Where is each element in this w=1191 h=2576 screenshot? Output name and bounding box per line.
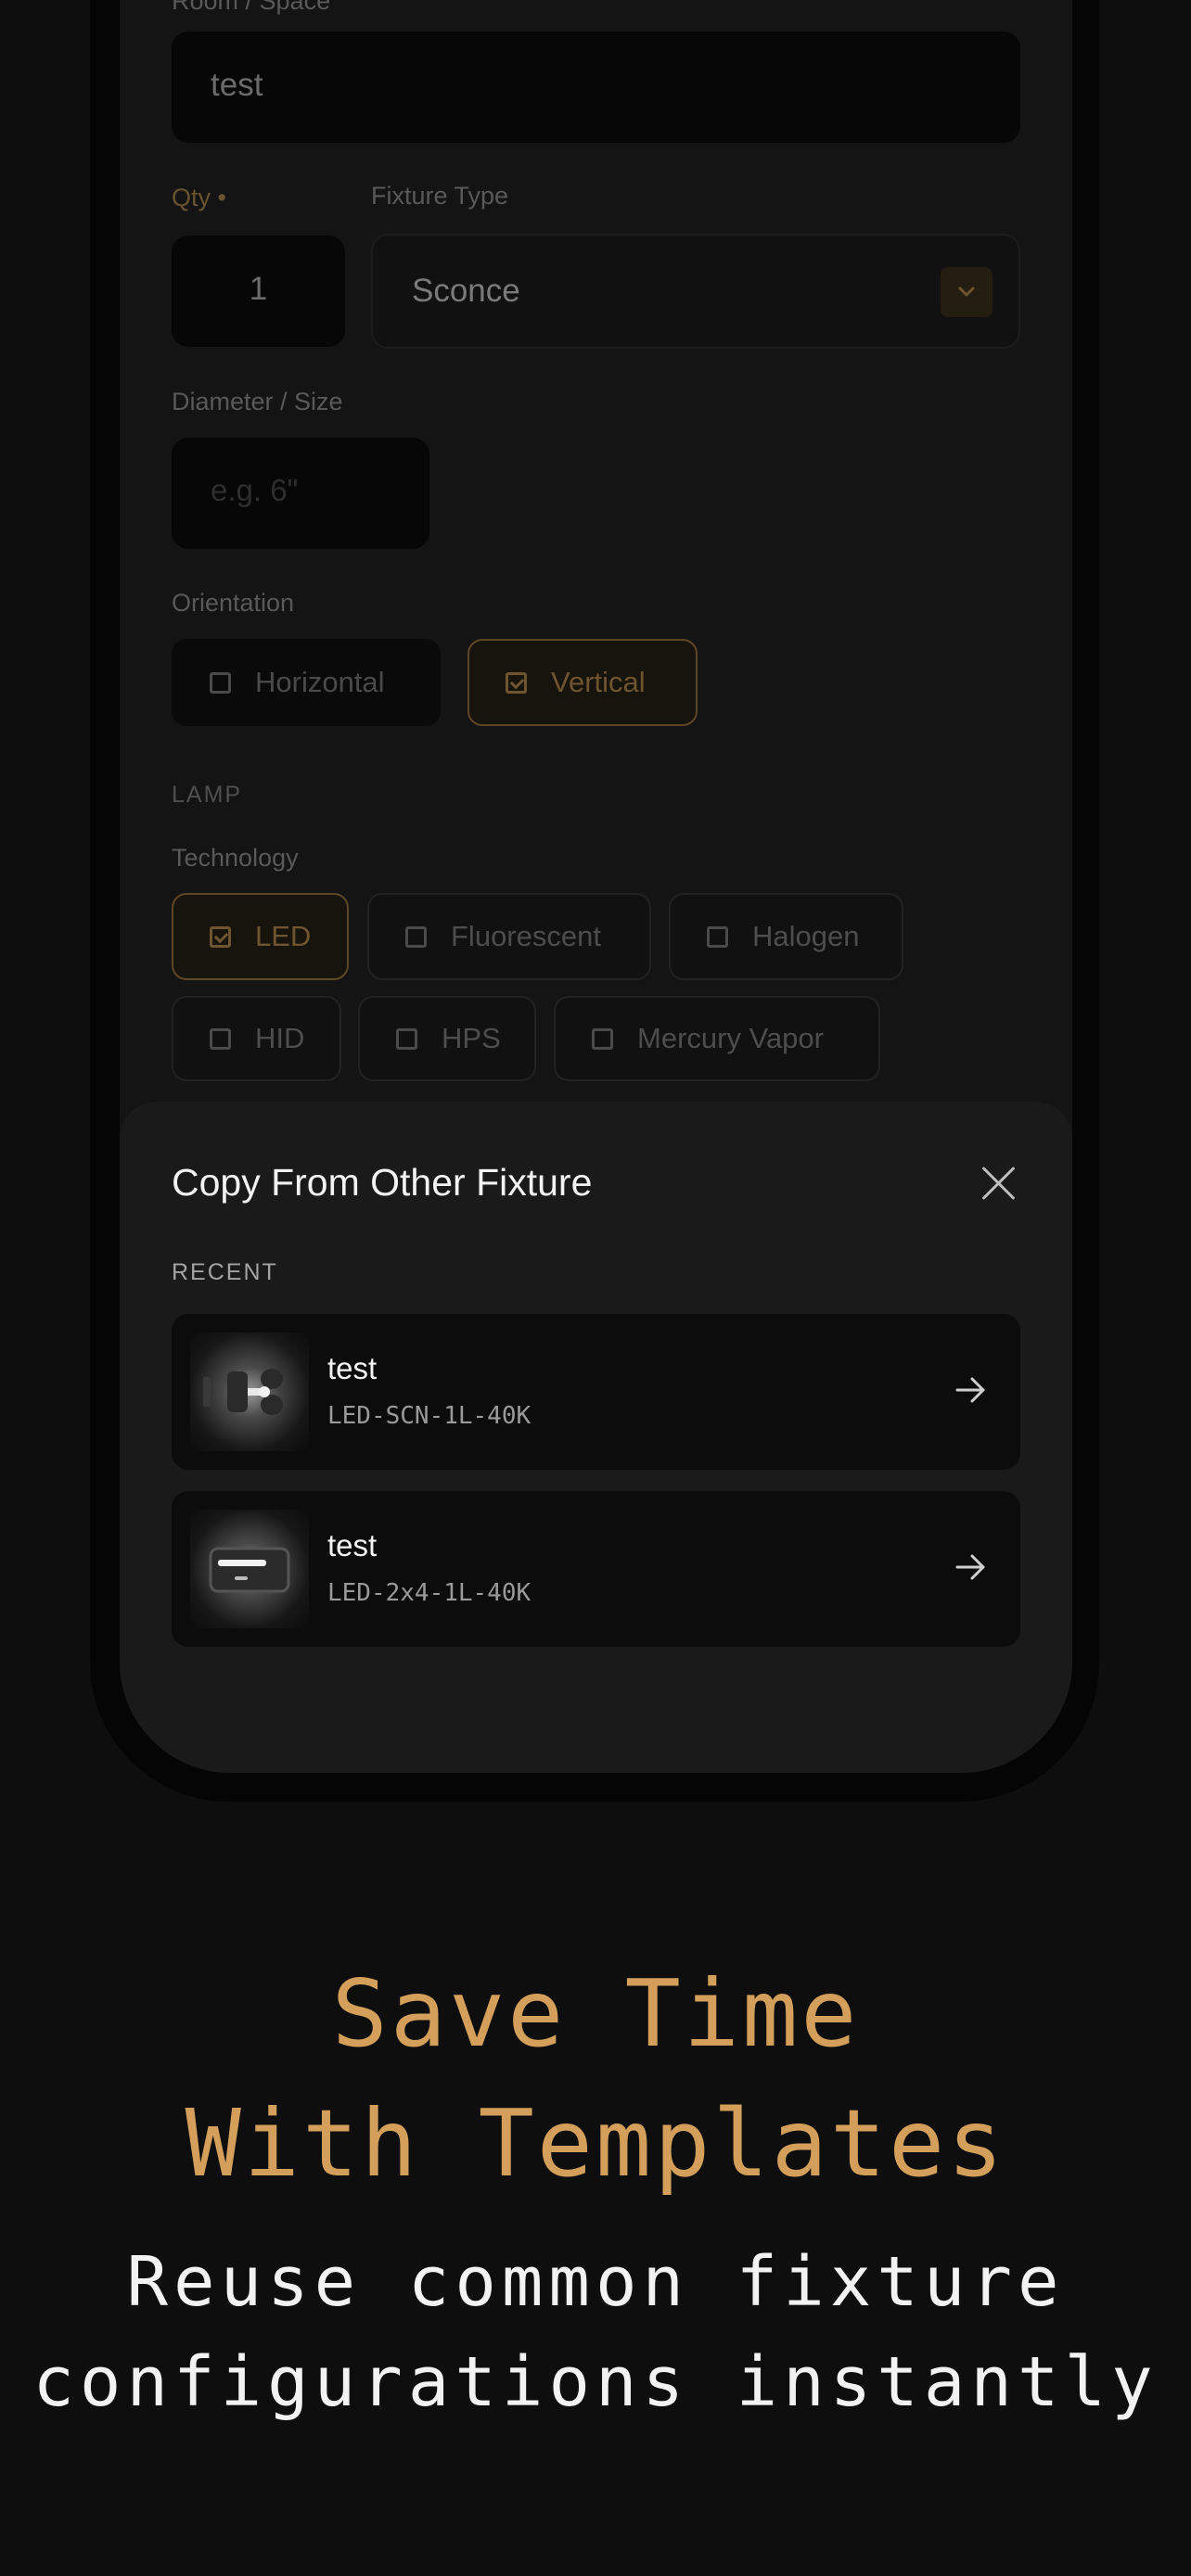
fixture-type-select[interactable]: Sconce	[371, 234, 1020, 349]
arrow-right-icon	[955, 1554, 985, 1580]
diameter-label: Diameter / Size	[172, 388, 343, 415]
headline-line-2: With Templates	[185, 2089, 1006, 2198]
qty-value: 1	[249, 271, 268, 307]
chip-label: Horizontal	[255, 666, 385, 698]
checkbox-checked-icon	[506, 671, 527, 694]
chip-label: Mercury Vapor	[637, 1022, 824, 1054]
diameter-placeholder: e.g. 6"	[211, 473, 299, 507]
chip-label: Fluorescent	[451, 920, 601, 952]
chevron-down-icon	[941, 267, 992, 317]
fixture-template-item[interactable]: test LED-2x4-1L-40K	[172, 1491, 1020, 1647]
recent-section-heading: RECENT	[172, 1259, 278, 1285]
fixture-code: LED-2x4-1L-40K	[327, 1579, 531, 1607]
checkbox-checked-icon	[210, 925, 231, 948]
fixture-code: LED-SCN-1L-40K	[327, 1402, 531, 1430]
room-label: Room / Space	[172, 0, 331, 15]
qty-label: Qty •	[172, 184, 226, 211]
checkbox-icon	[396, 1027, 417, 1050]
technology-led-chip[interactable]: LED	[172, 893, 349, 980]
troffer-icon	[190, 1510, 309, 1628]
checkbox-icon	[210, 671, 231, 694]
checkbox-icon	[210, 1027, 231, 1050]
fixture-name: test	[327, 1528, 378, 1562]
technology-hid-chip[interactable]: HID	[172, 996, 341, 1081]
technology-halogen-chip[interactable]: Halogen	[669, 893, 903, 980]
orientation-horizontal-chip[interactable]: Horizontal	[172, 639, 441, 726]
fixture-name: test	[327, 1351, 378, 1385]
chip-label: Vertical	[551, 666, 646, 698]
subline-line-2: configurations instantly	[32, 2342, 1159, 2422]
chip-label: HPS	[442, 1022, 501, 1054]
checkbox-icon	[707, 925, 728, 948]
fixture-template-item[interactable]: test LED-SCN-1L-40K	[172, 1314, 1020, 1470]
checkbox-icon	[592, 1027, 613, 1050]
fixture-type-label: Fixture Type	[371, 182, 509, 210]
close-icon[interactable]	[980, 1165, 1017, 1202]
arrow-right-icon	[955, 1377, 985, 1403]
chip-label: HID	[255, 1022, 305, 1054]
sconce-icon	[190, 1333, 309, 1451]
checkbox-icon	[405, 925, 427, 948]
orientation-label: Orientation	[172, 589, 295, 617]
room-field[interactable]: test	[172, 32, 1020, 143]
room-value: test	[211, 67, 263, 103]
subline-line-1: Reuse common fixture	[126, 2242, 1065, 2322]
chip-label: Halogen	[752, 920, 860, 952]
chip-label: LED	[255, 920, 312, 952]
diameter-field[interactable]: e.g. 6"	[172, 438, 429, 549]
technology-hps-chip[interactable]: HPS	[358, 996, 536, 1081]
headline-line-1: Save Time	[331, 1959, 860, 2068]
technology-fluorescent-chip[interactable]: Fluorescent	[367, 893, 651, 980]
orientation-vertical-chip[interactable]: Vertical	[467, 639, 698, 726]
sheet-title: Copy From Other Fixture	[172, 1161, 593, 1204]
technology-mercury-vapor-chip[interactable]: Mercury Vapor	[554, 996, 880, 1081]
lamp-section-heading: LAMP	[172, 782, 243, 808]
qty-field[interactable]: 1	[172, 236, 345, 347]
fixture-type-value: Sconce	[412, 273, 520, 309]
technology-label: Technology	[172, 844, 299, 872]
